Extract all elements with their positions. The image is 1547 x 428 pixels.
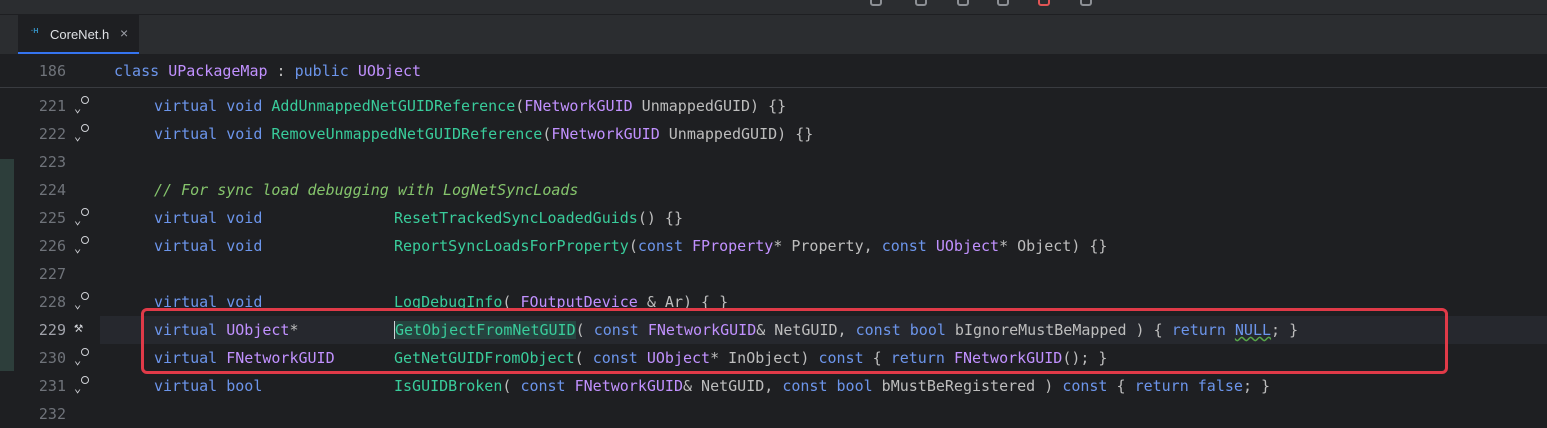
line-number: 230 bbox=[38, 349, 66, 367]
implements-gutter-icon[interactable]: ⌄ bbox=[72, 204, 92, 232]
line-number: 186 bbox=[38, 62, 66, 80]
line-number: 226 bbox=[38, 237, 66, 255]
toolbar-icon[interactable] bbox=[1080, 0, 1092, 6]
line-number: 228 bbox=[38, 293, 66, 311]
code-line-224[interactable]: 224 // For sync load debugging with LogN… bbox=[0, 176, 1547, 204]
code-editor[interactable]: 186 class UPackageMap : public UObject 2… bbox=[0, 55, 1547, 423]
toolbar-icon[interactable] bbox=[1038, 0, 1050, 6]
line-number: 224 bbox=[38, 181, 66, 199]
header-file-icon: ·H bbox=[31, 28, 39, 35]
toolbar-icon[interactable] bbox=[957, 0, 969, 6]
code-text[interactable]: virtual void RemoveUnmappedNetGUIDRefere… bbox=[154, 120, 813, 148]
tab-corenet-h[interactable]: ·H CoreNet.h × bbox=[18, 15, 139, 54]
line-number: 232 bbox=[38, 405, 66, 423]
code-text[interactable]: virtual void bbox=[154, 232, 262, 260]
code-line-226[interactable]: 226 ⌄ virtual void ReportSyncLoadsForPro… bbox=[0, 232, 1547, 260]
implements-gutter-icon[interactable]: ⌄ bbox=[72, 372, 92, 400]
code-comment[interactable]: // For sync load debugging with LogNetSy… bbox=[154, 176, 578, 204]
editor-tab-bar: ·H CoreNet.h × bbox=[0, 15, 1547, 55]
code-line-232[interactable]: 232 bbox=[0, 400, 1547, 428]
hammer-icon[interactable]: ⚒ bbox=[72, 316, 92, 344]
line-number: 231 bbox=[38, 377, 66, 395]
implements-gutter-icon[interactable]: ⌄ bbox=[72, 344, 92, 372]
highlight-annotation-box bbox=[141, 308, 1448, 374]
implements-gutter-icon[interactable]: ⌄ bbox=[72, 288, 92, 316]
close-icon[interactable]: × bbox=[120, 25, 128, 41]
tab-label: CoreNet.h bbox=[50, 27, 110, 42]
toolbar-icon[interactable] bbox=[870, 0, 882, 6]
line-number: 222 bbox=[38, 125, 66, 143]
implements-gutter-icon[interactable]: ⌄ bbox=[72, 92, 92, 120]
code-text[interactable]: virtual void bbox=[154, 204, 262, 232]
toolbar-icon[interactable] bbox=[915, 0, 927, 6]
top-toolbar bbox=[0, 0, 1547, 15]
line-number: 223 bbox=[38, 153, 66, 171]
line-number: 221 bbox=[38, 97, 66, 115]
code-text[interactable]: virtual bool bbox=[154, 372, 262, 400]
code-text[interactable]: ResetTrackedSyncLoadedGuids() {} bbox=[394, 204, 683, 232]
line-number: 229 bbox=[38, 321, 66, 339]
code-line-222[interactable]: 222 ⌄ virtual void RemoveUnmappedNetGUID… bbox=[0, 120, 1547, 148]
code-line-225[interactable]: 225 ⌄ virtual void ResetTrackedSyncLoade… bbox=[0, 204, 1547, 232]
implements-gutter-icon[interactable]: ⌄ bbox=[72, 120, 92, 148]
toolbar-icon[interactable] bbox=[997, 0, 1009, 6]
code-text[interactable]: virtual void AddUnmappedNetGUIDReference… bbox=[154, 92, 786, 120]
code-line-221[interactable]: 221 ⌄ virtual void AddUnmappedNetGUIDRef… bbox=[0, 92, 1547, 120]
sticky-scope-header[interactable]: 186 class UPackageMap : public UObject bbox=[0, 55, 1547, 88]
code-text[interactable]: ReportSyncLoadsForProperty(const FProper… bbox=[394, 232, 1107, 260]
code-line-223[interactable]: 223 bbox=[0, 148, 1547, 176]
code-line-231[interactable]: 231 ⌄ virtual bool IsGUIDBroken( const F… bbox=[0, 372, 1547, 400]
line-number: 227 bbox=[38, 265, 66, 283]
line-number: 225 bbox=[38, 209, 66, 227]
code-line[interactable]: class UPackageMap : public UObject bbox=[114, 57, 421, 85]
code-line-227[interactable]: 227 bbox=[0, 260, 1547, 288]
implements-gutter-icon[interactable]: ⌄ bbox=[72, 232, 92, 260]
code-text[interactable]: IsGUIDBroken( const FNetworkGUID& NetGUI… bbox=[394, 372, 1270, 400]
